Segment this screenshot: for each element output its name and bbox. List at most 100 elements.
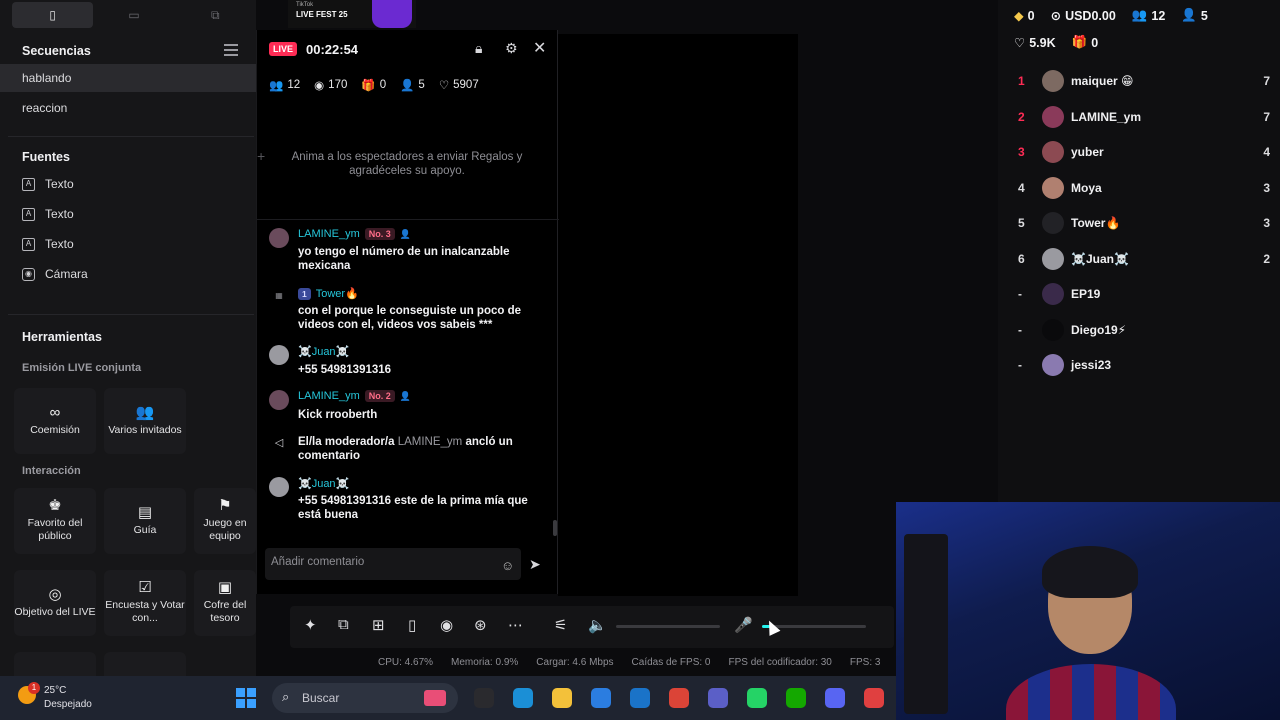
camera-icon: ◉ [22,267,35,281]
gear-icon[interactable]: ⚙ [505,40,518,57]
leaderboard-row[interactable]: 6 ☠️Juan☠️ 2 [1018,245,1270,273]
chat-username[interactable]: 1 Tower🔥 [298,287,359,300]
microphone-icon[interactable]: 🎤 [734,616,753,634]
taskbar-search[interactable]: ⌕ Buscar [272,683,458,713]
viewer-score: 4 [1263,145,1270,159]
treasure-chest-button[interactable]: ▣ Cofre del tesoro [194,570,256,636]
list-icon[interactable] [224,44,238,56]
favorite-audience-icon: ♚ [48,497,62,514]
live-chat-panel: LIVE 00:22:54 🔒︎ ⚙ ✕ 👥 12 ◉ 170 🎁 0 👤 5 ♡ 590… [256,30,559,594]
more-icon[interactable]: ⋯ [508,616,523,634]
viewer-name: ☠️Juan☠️ [1071,251,1129,266]
multi-guest-button[interactable]: 👥 Varios invitados [104,388,186,454]
diamonds-stat: ◆ 0 [1014,8,1035,24]
guide-button[interactable]: ▤ Guía [104,488,186,554]
guide-icon: ▤ [137,503,153,521]
source-item-text[interactable]: A Texto [22,234,74,254]
lock-icon[interactable]: 🔒︎ [475,40,482,57]
usd-stat: ⊙ USD0.00 [1050,8,1116,24]
source-item-camera[interactable]: ◉ Cámara [22,264,88,284]
discord-app-icon[interactable] [825,688,845,708]
sequence-item[interactable]: hablando [0,64,256,92]
windows-start-icon[interactable] [236,688,256,708]
phone-portrait-icon[interactable]: ▯ [12,2,94,28]
emoji-icon[interactable]: ☺ [501,558,514,573]
add-scene-icon[interactable]: ⊞ [372,616,385,634]
source-item-text[interactable]: A Texto [22,174,74,194]
tool-label: Juego en equipo [203,517,247,542]
weather-widget[interactable]: 1 25°C Despejado [18,682,92,712]
send-icon[interactable]: ➤ [529,556,541,573]
add-icon[interactable]: + [257,148,265,164]
team-game-icon: ⚑ [218,497,232,514]
hair [1042,546,1138,598]
screen-share-icon[interactable]: ⧉ [338,616,349,633]
more-tool-button[interactable] [104,652,186,676]
chat-username[interactable]: ☠️Juan☠️ [298,345,349,358]
chrome-profile-app-icon[interactable] [864,688,884,708]
record-icon[interactable]: ◉ [440,616,453,634]
heart-icon: ♡ [1014,36,1026,50]
rank-number: 5 [1018,216,1025,230]
leaderboard-row[interactable]: - Diego19⚡ [1018,316,1270,344]
folder-app-icon[interactable] [552,688,572,708]
edge-app-icon[interactable] [513,688,533,708]
leaderboard-row[interactable]: 5 Tower🔥 3 [1018,209,1270,237]
phone-icon[interactable]: ▯ [408,616,416,634]
chat-username[interactable]: ☠️Juan☠️ [298,477,349,490]
camera-settings-icon[interactable]: ⊛ [474,616,487,634]
landscape-icon[interactable]: ▭ [93,2,174,28]
comment-input[interactable]: Añadir comentario [265,548,521,580]
store-app-icon[interactable] [591,688,611,708]
source-label: Texto [45,237,74,251]
speaker-icon[interactable]: 🔈 [588,616,607,634]
chrome-app-icon[interactable] [669,688,689,708]
interaction-heading: Interacción [22,465,81,477]
likes-stat: ♡ 5.9K [1014,35,1056,51]
leaderboard-row[interactable]: - EP19 [1018,280,1270,308]
whatsapp-app-icon[interactable] [747,688,767,708]
weather-condition: Despejado [44,699,92,710]
leaderboard-row[interactable]: - jessi23 [1018,351,1270,379]
sequence-item[interactable]: reaccion [0,94,256,122]
close-icon[interactable]: ✕ [533,38,546,58]
avatar [1042,318,1064,341]
teams-app-icon[interactable] [708,688,728,708]
avatar [269,390,289,410]
team-game-button[interactable]: ⚑ Juego en equipo [194,488,256,554]
outlook-app-icon[interactable] [630,688,650,708]
leaderboard-row[interactable]: 1 maiquer 😁 7 [1018,67,1270,95]
more-tool-button[interactable] [14,652,96,676]
leaderboard-row[interactable]: 4 Moya 3 [1018,174,1270,202]
chat-scrollbar[interactable] [553,520,557,536]
chat-username[interactable]: LAMINE_ym No. 3 👤 [298,228,411,240]
likes-stat: ♡ 5907 [439,78,479,92]
multi-screen-icon[interactable]: ⧉ [175,2,256,28]
pin-icon: ◁ [274,437,284,449]
new-followers-icon: 👤 [1181,8,1197,22]
cohost-button[interactable]: ∞ Coemisión [14,388,96,454]
speaker-volume-slider[interactable] [616,625,720,628]
rank-number: 2 [1018,109,1025,124]
live-goal-button[interactable]: ◎ Objetivo del LIVE [14,570,96,636]
tool-label: Coemisión [30,423,80,436]
audience-favorite-button[interactable]: ♚ Favorito del público [14,488,96,554]
avatar: ▦ [275,291,283,300]
gifts-stat: 🎁 0 [361,78,386,92]
upwork-app-icon[interactable] [786,688,806,708]
chat-username[interactable]: LAMINE_ym No. 2 👤 [298,390,411,402]
chat-text: +55 54981391316 este de la prima mía que… [298,495,528,521]
poll-button[interactable]: ☑ Encuesta y Votar con... [104,570,186,636]
view-toggle: ▯ ▭ ⧉ [12,2,256,28]
mixer-icon[interactable]: ⚟ [554,616,567,634]
source-item-text[interactable]: A Texto [22,204,74,224]
leaderboard-row[interactable]: 2 LAMINE_ym 7 [1018,103,1270,131]
stat-value: 12 [287,79,301,91]
file-explorer-app-icon[interactable] [474,688,494,708]
viewer-score: 7 [1263,109,1270,124]
rank-number: 3 [1018,145,1025,159]
avatar [1042,283,1064,305]
leaderboard-row[interactable]: 3 yuber 4 [1018,138,1270,166]
magic-wand-icon[interactable]: ✦ [304,616,317,634]
guests-icon: 👥 [135,403,155,421]
